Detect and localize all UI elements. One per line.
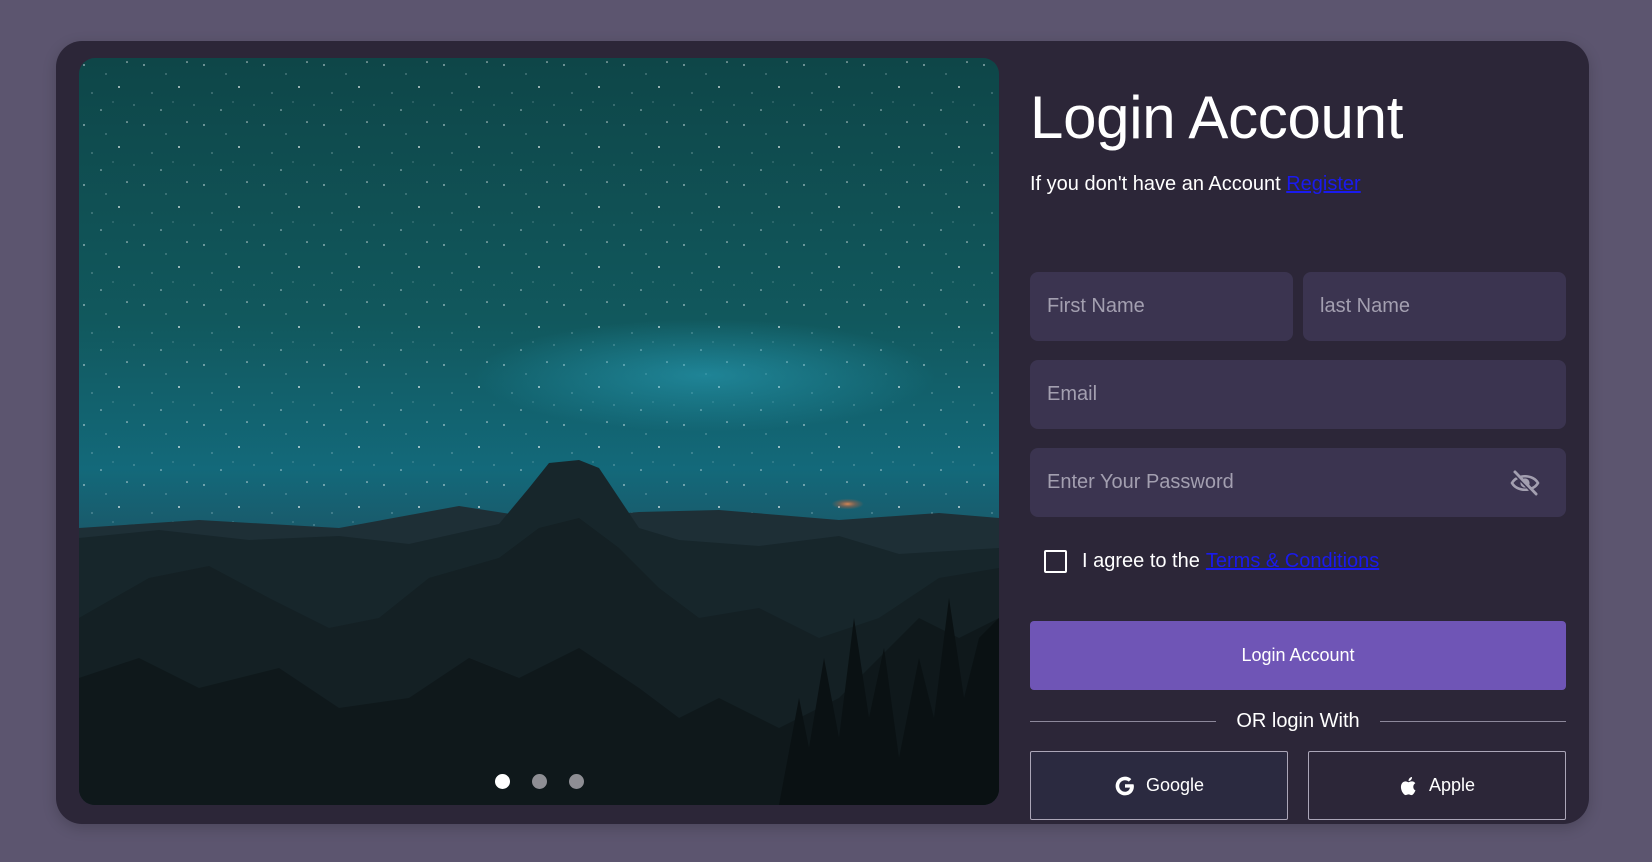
last-name-input[interactable]: last Name: [1303, 272, 1566, 341]
apple-login-button[interactable]: Apple: [1308, 751, 1566, 820]
last-name-placeholder: last Name: [1320, 295, 1411, 317]
divider-line-right: [1379, 720, 1566, 722]
login-card: Login Account If you don't have an Accou…: [56, 41, 1589, 824]
eye-slash-icon[interactable]: [1510, 469, 1540, 497]
carousel-dot-3[interactable]: [568, 774, 584, 789]
hero-image-carousel: [79, 58, 999, 805]
email-input[interactable]: Email: [1030, 360, 1566, 429]
or-divider: OR login With: [1030, 708, 1566, 734]
password-placeholder: Enter Your Password: [1047, 471, 1234, 493]
register-prompt: If you don't have an Account Register: [1030, 173, 1361, 196]
register-prompt-text: If you don't have an Account: [1030, 173, 1287, 195]
first-name-placeholder: First Name: [1047, 295, 1145, 317]
carousel-dot-2[interactable]: [531, 774, 547, 789]
terms-link[interactable]: Terms & Conditions: [1206, 550, 1379, 573]
login-form: Login Account If you don't have an Accou…: [1030, 58, 1566, 820]
page-title: Login Account: [1030, 84, 1404, 151]
night-mountain-photo: [79, 58, 999, 805]
divider-text: OR login With: [1236, 709, 1360, 732]
email-placeholder: Email: [1047, 383, 1098, 405]
terms-checkbox[interactable]: [1044, 550, 1067, 573]
carousel-dot-1[interactable]: [494, 774, 510, 789]
terms-text: I agree to the: [1082, 550, 1200, 572]
apple-label: Apple: [1428, 775, 1476, 795]
google-icon: [1115, 776, 1134, 795]
google-label: Google: [1145, 775, 1205, 795]
first-name-input[interactable]: First Name: [1030, 272, 1293, 341]
password-input[interactable]: Enter Your Password: [1030, 448, 1566, 517]
register-link[interactable]: Register: [1286, 173, 1360, 195]
login-button[interactable]: Login Account: [1030, 621, 1566, 690]
google-login-button[interactable]: Google: [1030, 751, 1288, 820]
terms-agreement: I agree to the Terms & Conditions: [1044, 550, 1379, 573]
divider-line-left: [1030, 720, 1217, 722]
apple-icon: [1400, 776, 1416, 795]
carousel-dots: [79, 774, 999, 789]
